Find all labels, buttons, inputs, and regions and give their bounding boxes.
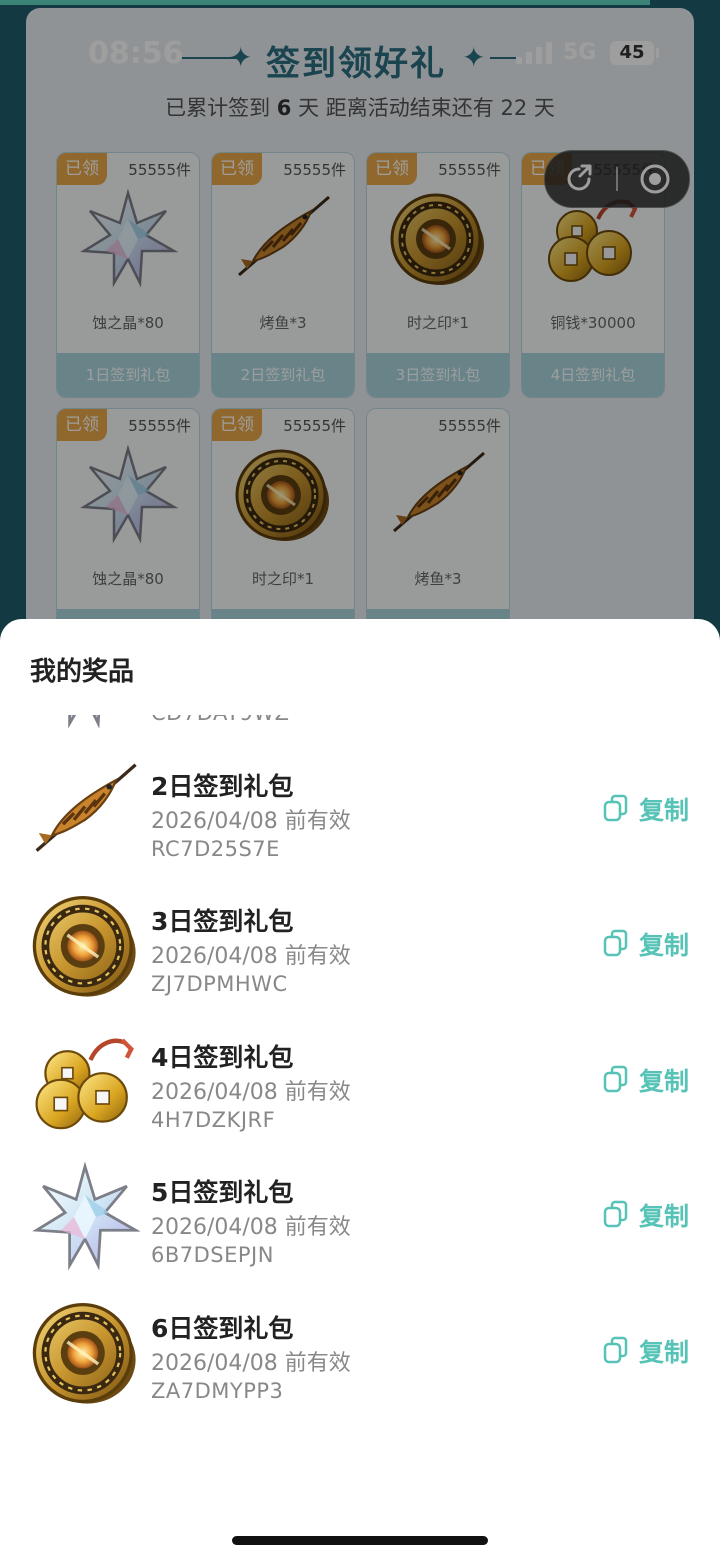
prize-name: 4日签到礼包: [151, 1042, 294, 1072]
copy-icon: [603, 794, 628, 821]
prize-item: 2日签到礼包 2026/04/08 前有效 RC7D25S7E 复制: [0, 743, 720, 879]
seal-icon: [30, 1298, 140, 1408]
prize-item: 6日签到礼包 2026/04/08 前有效 ZA7DMYPP3 复制: [0, 1285, 720, 1421]
prize-name: 6日签到礼包: [151, 1313, 294, 1343]
my-prizes-sheet: 我的奖品 2026/04/08 前有效CD7DAY9WZ复制2日签到礼包2026…: [0, 619, 720, 1561]
copy-icon: [603, 1065, 628, 1092]
prize-item: 2026/04/08 前有效CD7DAY9WZ复制: [0, 715, 720, 743]
prize-item: 3日签到礼包 2026/04/08 前有效 ZJ7DPMHWC 复制: [0, 878, 720, 1014]
prize-name: 5日签到礼包: [151, 1178, 294, 1207]
seal-icon: [30, 891, 140, 1001]
copy-label: 复制: [639, 1202, 690, 1231]
prize-code: CD7DAY9WZ: [151, 715, 290, 725]
prize-expiry: 2026/04/08 前有效: [151, 1215, 351, 1240]
prize-code: ZA7DMYPP3: [151, 1378, 284, 1403]
copy-label: 复制: [639, 1066, 690, 1096]
prize-expiry: 2026/04/08 前有效: [151, 1350, 351, 1376]
copy-label: 复制: [639, 1337, 690, 1367]
fish-icon: [30, 756, 140, 866]
prize-code: ZJ7DPMHWC: [151, 972, 288, 996]
copy-label: 复制: [639, 931, 690, 960]
prize-expiry: 2026/04/08 前有效: [151, 808, 351, 834]
prize-code: RC7D25S7E: [151, 836, 280, 861]
copy-icon: [603, 929, 628, 957]
prize-name: 2日签到礼包: [151, 771, 294, 801]
prize-item: 4日签到礼包 2026/04/08 前有效 4H7DZKJRF 复制: [0, 1014, 720, 1150]
sheet-title: 我的奖品: [30, 657, 135, 687]
crystal-icon: [30, 715, 140, 730]
prize-item: 5日签到礼包 2026/04/08 前有效 6B7DSEPJN 复制: [0, 1149, 720, 1285]
prize-expiry: 2026/04/08 前有效: [151, 944, 351, 969]
copy-icon: [603, 1200, 628, 1228]
prize-code: 4H7DZKJRF: [151, 1107, 276, 1132]
prize-expiry: 2026/04/08 前有效: [151, 1079, 351, 1105]
copy-icon: [603, 1336, 628, 1363]
copy-label: 复制: [639, 795, 690, 825]
prize-list[interactable]: 2026/04/08 前有效CD7DAY9WZ复制2日签到礼包2026/04/0…: [0, 715, 720, 1475]
prize-name: 3日签到礼包: [151, 907, 294, 936]
home-indicator[interactable]: [232, 1536, 488, 1545]
prize-code: 6B7DSEPJN: [151, 1243, 274, 1267]
coins-icon: [30, 1027, 140, 1137]
crystal-icon: [30, 1162, 140, 1272]
